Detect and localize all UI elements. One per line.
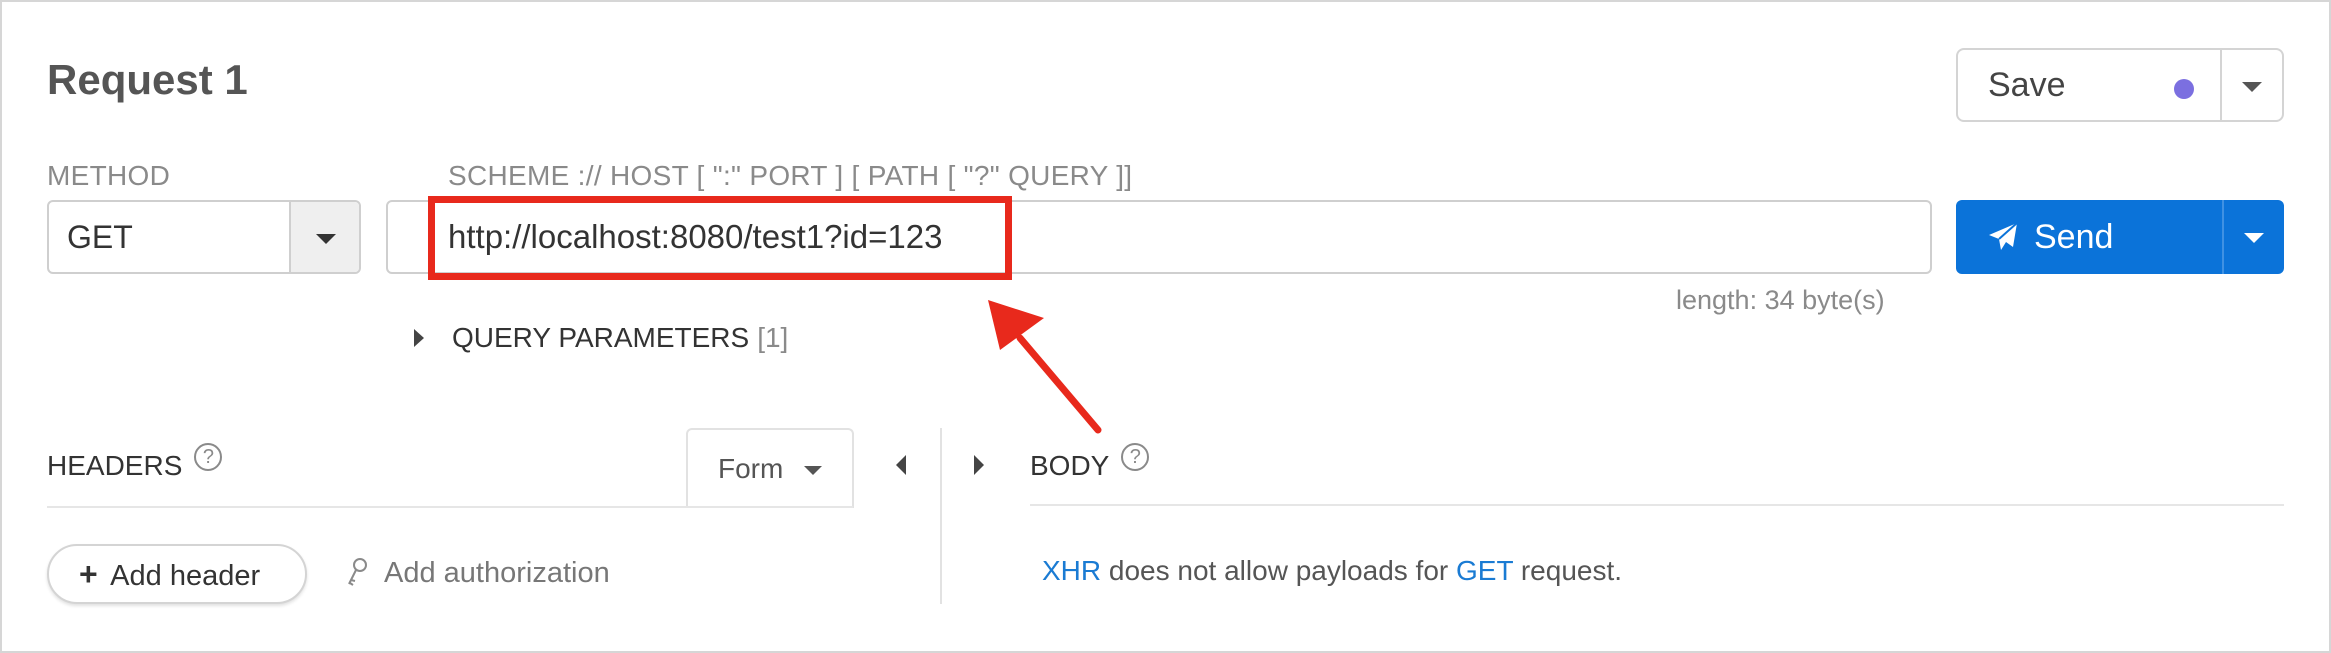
help-circle-icon[interactable]: ?	[194, 443, 223, 471]
url-highlight-annotation	[428, 196, 1012, 280]
body-message-suffix: request.	[1513, 555, 1623, 586]
headers-divider	[47, 506, 853, 508]
add-authorization-label: Add authorization	[384, 556, 610, 589]
send-button[interactable]: Send	[1956, 200, 2222, 274]
save-button[interactable]: Save	[1958, 50, 2220, 120]
headers-title: HEADERS	[47, 450, 183, 481]
key-icon	[348, 558, 367, 586]
chevron-down-icon	[2242, 82, 2262, 92]
headers-mode-dropdown[interactable]: Form	[686, 428, 854, 508]
chevron-down-icon	[2244, 233, 2264, 243]
add-header-button[interactable]: + Add header	[47, 544, 307, 604]
save-options-dropdown[interactable]	[2220, 50, 2282, 120]
request-title: Request 1	[47, 56, 248, 103]
status-dot-icon	[2174, 79, 2194, 99]
headers-section-title: HEADERS ?	[47, 443, 223, 482]
add-authorization-link[interactable]: Add authorization	[346, 556, 610, 590]
send-options-dropdown[interactable]	[2222, 200, 2284, 274]
paper-plane-icon	[1989, 222, 2018, 250]
method-value: GET	[67, 219, 133, 255]
send-button-label: Send	[2034, 218, 2114, 256]
plus-icon: +	[79, 556, 98, 592]
query-parameters-toggle[interactable]: QUERY PARAMETERS [1]	[414, 322, 788, 354]
annotation-arrow-icon	[988, 300, 1102, 434]
send-button-group: Send	[1956, 200, 2284, 274]
panel-divider	[940, 428, 942, 604]
body-section-title: BODY ?	[1030, 443, 1150, 482]
method-dropdown-toggle[interactable]	[289, 202, 359, 272]
query-parameters-count: [1]	[757, 322, 789, 353]
body-message: XHR does not allow payloads for GET requ…	[1042, 555, 1622, 587]
headers-mode-label: Form	[718, 453, 784, 484]
body-divider	[1030, 504, 2284, 506]
query-parameters-label: QUERY PARAMETERS	[452, 322, 750, 353]
help-circle-icon[interactable]: ?	[1121, 443, 1150, 471]
method-label: METHOD	[47, 160, 171, 191]
chevron-down-icon	[804, 466, 822, 475]
add-header-label: Add header	[110, 560, 261, 592]
triangle-right-icon	[414, 329, 424, 347]
collapse-right-icon[interactable]	[974, 455, 984, 475]
save-button-label: Save	[1988, 66, 2066, 104]
chevron-down-icon	[316, 234, 336, 244]
xhr-link[interactable]: XHR	[1042, 555, 1101, 586]
collapse-left-icon[interactable]	[896, 455, 906, 475]
get-link[interactable]: GET	[1456, 555, 1513, 586]
save-button-group: Save	[1956, 48, 2284, 122]
body-message-middle: does not allow payloads for	[1101, 555, 1457, 586]
body-title: BODY	[1030, 450, 1110, 481]
method-select[interactable]: GET	[47, 200, 361, 274]
url-length: length: 34 byte(s)	[1676, 285, 1885, 315]
url-format-label: SCHEME :// HOST [ ":" PORT ] [ PATH [ "?…	[448, 160, 1133, 191]
